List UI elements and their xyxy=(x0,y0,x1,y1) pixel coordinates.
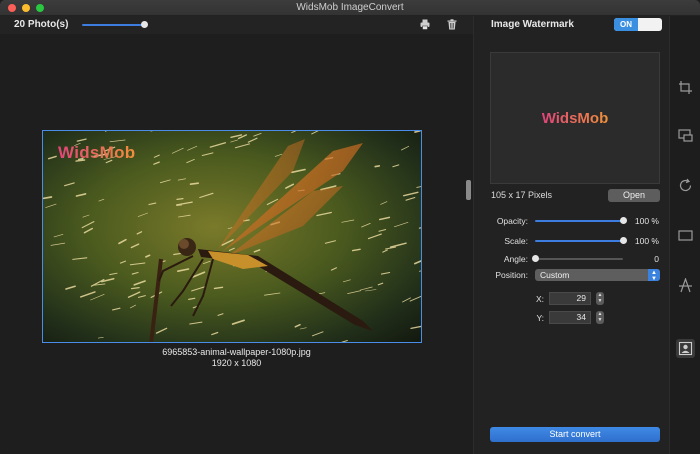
scale-slider-knob[interactable] xyxy=(620,237,627,244)
title-bar: WidsMob ImageConvert xyxy=(0,0,700,16)
opacity-value: 100 % xyxy=(634,216,659,226)
angle-value: 0 xyxy=(654,254,659,264)
x-stepper[interactable]: ▲ ▼ xyxy=(596,292,604,305)
updown-chevron-icon: ▲ ▼ xyxy=(648,269,660,282)
photo-watermark[interactable]: WidsMob xyxy=(58,143,136,163)
opacity-label: Opacity: xyxy=(496,216,528,226)
opacity-slider-knob[interactable] xyxy=(620,217,627,224)
position-label: Position: xyxy=(495,270,528,280)
position-select[interactable]: Custom ▲ ▼ xyxy=(535,269,660,282)
angle-slider-track[interactable] xyxy=(535,258,623,260)
zoom-slider-knob[interactable] xyxy=(141,21,148,28)
border-icon[interactable] xyxy=(678,228,693,243)
window-title: WidsMob ImageConvert xyxy=(296,2,404,13)
position-select-value: Custom xyxy=(540,270,570,280)
y-label: Y: xyxy=(536,313,544,323)
watermark-panel: Image Watermark ON WidsMob 105 x 17 Pixe… xyxy=(473,16,669,454)
watermark-size: 105 x 17 Pixels xyxy=(491,190,553,200)
file-name: 6965853-animal-wallpaper-1080p.jpg xyxy=(162,347,311,357)
rain-streak xyxy=(176,197,184,201)
y-input[interactable]: 34 xyxy=(549,311,591,324)
opacity-slider-track[interactable] xyxy=(535,220,623,222)
watermark-toggle[interactable]: ON xyxy=(614,18,662,31)
rain-streak xyxy=(189,182,200,186)
preview-scrollbar[interactable] xyxy=(466,180,471,200)
x-input[interactable]: 29 xyxy=(549,292,591,305)
text-watermark-icon[interactable] xyxy=(678,278,693,293)
angle-label: Angle: xyxy=(503,254,528,264)
scale-label: Scale: xyxy=(504,236,528,246)
tool-strip xyxy=(669,16,700,454)
rotate-icon[interactable] xyxy=(678,178,693,193)
trash-icon[interactable] xyxy=(447,19,457,30)
preview-area: WidsMob 6965853-animal-wallpaper-1080p.j… xyxy=(0,34,473,454)
toggle-on-label: ON xyxy=(614,18,638,31)
watermark-logo: WidsMob xyxy=(491,110,659,127)
toolbar: 20 Photo(s) xyxy=(0,16,473,34)
start-convert-button[interactable]: Start convert xyxy=(490,427,660,442)
watermark-logo-text: WidsMob xyxy=(541,110,609,127)
scale-slider-track[interactable] xyxy=(535,240,623,242)
open-button[interactable]: Open xyxy=(608,189,660,202)
angle-slider-knob[interactable] xyxy=(532,255,539,262)
zoom-slider-track[interactable] xyxy=(82,24,146,26)
watermark-image-preview: WidsMob xyxy=(490,52,660,184)
panel-title: Image Watermark xyxy=(491,19,574,30)
printer-icon[interactable] xyxy=(420,19,430,30)
x-label: X: xyxy=(535,294,544,304)
photo-preview[interactable]: WidsMob xyxy=(42,130,422,343)
resize-icon[interactable] xyxy=(678,128,693,143)
scale-value: 100 % xyxy=(634,236,659,246)
image-watermark-icon[interactable] xyxy=(678,341,693,356)
y-stepper[interactable]: ▲ ▼ xyxy=(596,311,604,324)
photo-watermark-text: WidsMob xyxy=(58,143,136,162)
app-window: WidsMob ImageConvert 20 Photo(s) WidsMob… xyxy=(0,0,700,454)
rain-streak xyxy=(374,165,381,168)
file-dimensions: 1920 x 1080 xyxy=(211,358,262,368)
photo-count: 20 Photo(s) xyxy=(14,19,69,30)
crop-icon[interactable] xyxy=(678,80,693,95)
